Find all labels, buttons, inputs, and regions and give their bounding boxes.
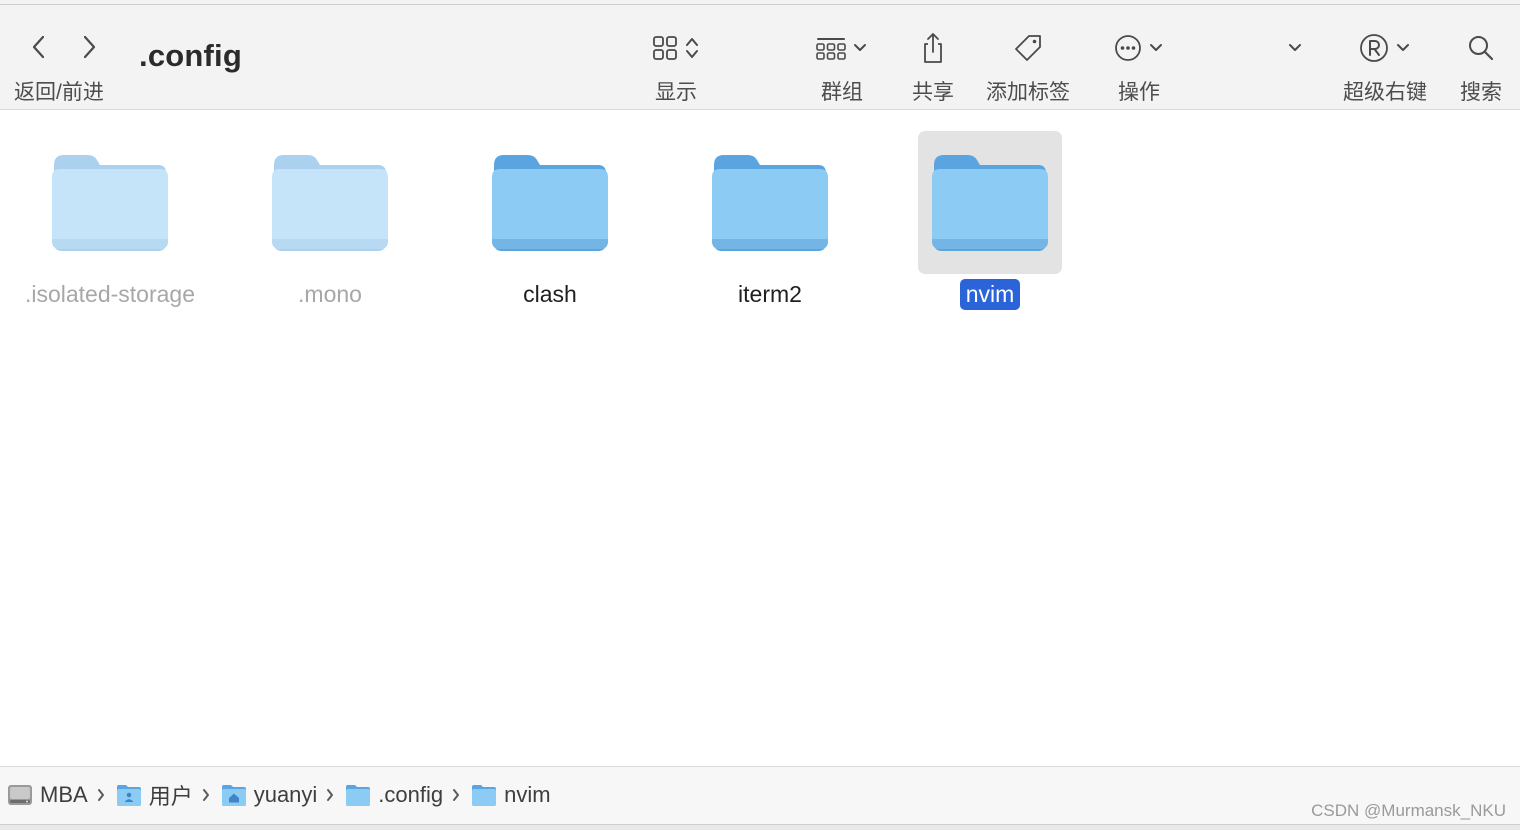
home-folder-icon	[221, 785, 246, 806]
file-icon-view[interactable]: .isolated-storage .mono clash iterm2 nvi…	[0, 111, 1520, 766]
group-icon	[816, 38, 846, 60]
grid-view-icon	[653, 36, 677, 60]
file-name: .isolated-storage	[24, 281, 196, 307]
path-crumb-users[interactable]: 用户	[115, 779, 193, 811]
window-bottom-edge	[0, 824, 1520, 830]
folder-icon	[272, 154, 388, 251]
chevron-right-icon	[97, 789, 104, 801]
file-item[interactable]: .isolated-storage	[0, 131, 220, 331]
share-button[interactable]: 共享	[903, 28, 963, 108]
folder-icon-box	[698, 131, 842, 274]
folder-icon	[492, 154, 608, 251]
add-tag-label: 添加标签	[986, 81, 1070, 104]
file-name: .mono	[298, 281, 362, 307]
super-right-click-button[interactable]: 超级右键	[1338, 28, 1432, 108]
ellipsis-circle-icon	[1115, 35, 1141, 61]
folder-icon	[346, 785, 371, 806]
path-crumb-label: MBA	[40, 782, 88, 807]
file-item[interactable]: .mono	[220, 131, 440, 331]
watermark: CSDN @Murmansk_NKU	[1311, 801, 1506, 820]
folder-icon	[712, 154, 828, 251]
chevron-down-icon	[1289, 44, 1301, 51]
folder-icon-box	[918, 131, 1062, 274]
users-folder-icon	[116, 785, 141, 806]
search-label: 搜索	[1460, 81, 1502, 104]
share-icon	[924, 33, 942, 63]
search-button[interactable]: 搜索	[1456, 28, 1506, 108]
chevron-right-icon	[453, 789, 460, 801]
chevron-right-icon	[83, 35, 96, 59]
path-crumb-label: nvim	[504, 782, 551, 807]
path-separator	[325, 787, 335, 803]
path-crumb-label: .config	[378, 782, 444, 807]
breadcrumb: MBA 用户 yuanyi .config nvim	[6, 779, 551, 811]
back-forward-label: 返回/前进	[14, 81, 104, 104]
hard-drive-icon	[8, 785, 32, 805]
path-separator	[451, 787, 461, 803]
file-item-selected[interactable]: nvim	[880, 131, 1100, 331]
file-name: nvim	[959, 279, 1021, 310]
chevron-right-icon	[327, 789, 334, 801]
file-item[interactable]: clash	[440, 131, 660, 331]
view-label: 显示	[655, 81, 697, 104]
folder-icon	[472, 785, 497, 806]
toolbar: 返回/前进 .config 显示 群组 共享 添加标签 操作 超级右键 搜索	[0, 0, 1520, 110]
folder-icon-box	[478, 131, 622, 274]
chevron-down-icon	[854, 44, 866, 51]
view-button[interactable]: 显示	[636, 28, 716, 108]
group-button[interactable]: 群组	[802, 28, 882, 108]
path-crumb-nvim[interactable]: nvim	[470, 782, 551, 808]
folder-icon	[52, 154, 168, 251]
group-label: 群组	[821, 81, 863, 104]
share-label: 共享	[912, 81, 954, 104]
forward-button[interactable]	[74, 30, 104, 64]
chevron-right-icon	[202, 789, 209, 801]
toolbar-overflow-button[interactable]	[1282, 28, 1308, 108]
path-bar: MBA 用户 yuanyi .config nvim CSDN @Murmans…	[0, 766, 1520, 824]
path-separator	[201, 787, 211, 803]
chevron-down-icon	[1397, 44, 1409, 51]
action-label: 操作	[1118, 81, 1160, 104]
path-crumb-label: yuanyi	[253, 782, 318, 807]
tag-icon	[1015, 35, 1041, 61]
path-crumb-mba[interactable]: MBA	[6, 782, 88, 808]
window-title: .config	[139, 38, 242, 73]
path-crumb-config[interactable]: .config	[344, 782, 443, 808]
file-name: iterm2	[738, 281, 802, 307]
back-button[interactable]	[24, 30, 54, 64]
file-name: clash	[523, 281, 577, 307]
folder-icon	[932, 154, 1048, 251]
add-tag-button[interactable]: 添加标签	[982, 28, 1074, 108]
action-button[interactable]: 操作	[1106, 28, 1172, 108]
chevron-left-icon	[32, 35, 45, 59]
chevron-down-icon	[1150, 44, 1162, 51]
file-item[interactable]: iterm2	[660, 131, 880, 331]
folder-icon-box	[258, 131, 402, 274]
super-right-click-label: 超级右键	[1343, 81, 1427, 104]
registered-icon	[1360, 34, 1388, 62]
path-crumb-home[interactable]: yuanyi	[220, 782, 318, 808]
magnifier-icon	[1469, 36, 1494, 61]
folder-icon-box	[38, 131, 182, 274]
path-separator	[96, 787, 106, 803]
up-down-chevron-icon	[686, 38, 698, 58]
path-crumb-label: 用户	[148, 784, 193, 809]
window-top-border	[0, 4, 1520, 5]
